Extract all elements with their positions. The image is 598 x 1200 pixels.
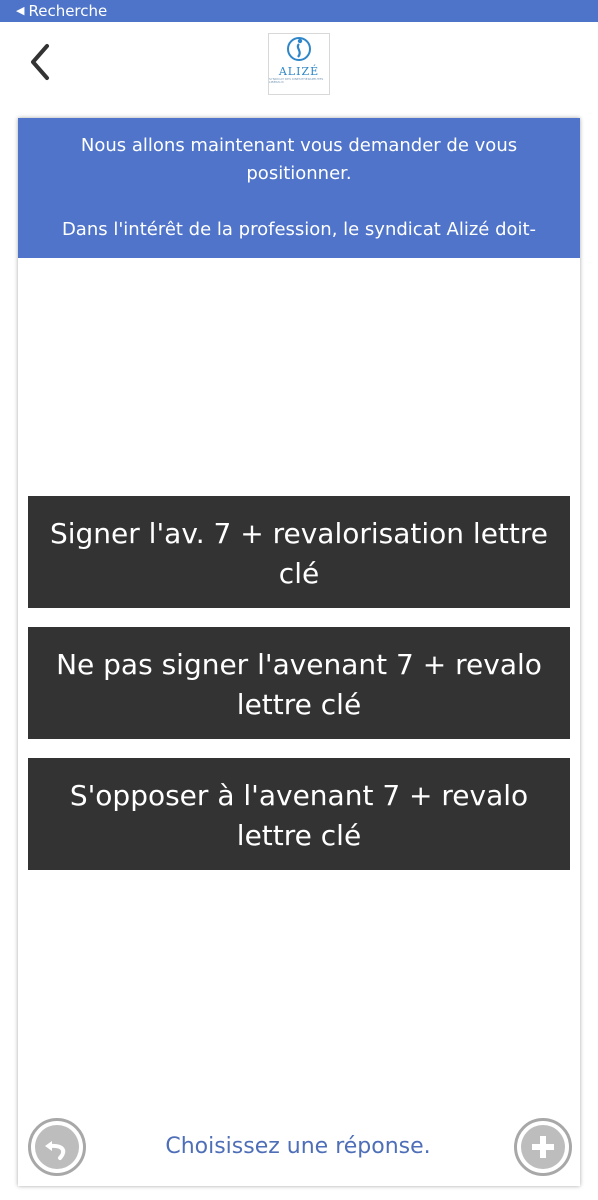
logo-tagline: SYNDICAT DES KINÉSITHÉRAPEUTES LIBÉRAUX [269,77,324,84]
chevron-left-icon [31,44,49,80]
status-back-label[interactable]: Recherche [28,1,107,21]
status-bar: ◀ Recherche [0,0,598,22]
option-oppose-avenant[interactable]: S'opposer à l'avenant 7 + revalo lettre … [28,758,570,870]
add-button[interactable] [514,1118,572,1176]
option-sign-avenant[interactable]: Signer l'av. 7 + revalorisation lettre c… [28,496,570,608]
undo-arrow-icon [45,1141,66,1160]
undo-button[interactable] [28,1118,86,1176]
card-footer: Choisissez une réponse. [18,1116,580,1180]
spine-logo-icon [287,37,311,61]
plus-icon [532,1136,554,1158]
back-triangle-icon[interactable]: ◀ [16,1,24,21]
footer-prompt: Choisissez une réponse. [165,1134,431,1159]
question-header[interactable]: Nous allons maintenant vous demander de … [18,118,580,258]
answer-options: Signer l'av. 7 + revalorisation lettre c… [28,496,570,889]
alize-logo: ALIZÉ SYNDICAT DES KINÉSITHÉRAPEUTES LIB… [268,33,330,95]
option-not-sign-avenant[interactable]: Ne pas signer l'avenant 7 + revalo lettr… [28,627,570,739]
question-text: Dans l'intérêt de la profession, le synd… [61,219,537,240]
question-card: Nous allons maintenant vous demander de … [18,118,580,1186]
question-intro-text: Nous allons maintenant vous demander de … [80,135,518,184]
back-button[interactable] [22,40,58,84]
nav-bar: ALIZÉ SYNDICAT DES KINÉSITHÉRAPEUTES LIB… [0,22,598,108]
